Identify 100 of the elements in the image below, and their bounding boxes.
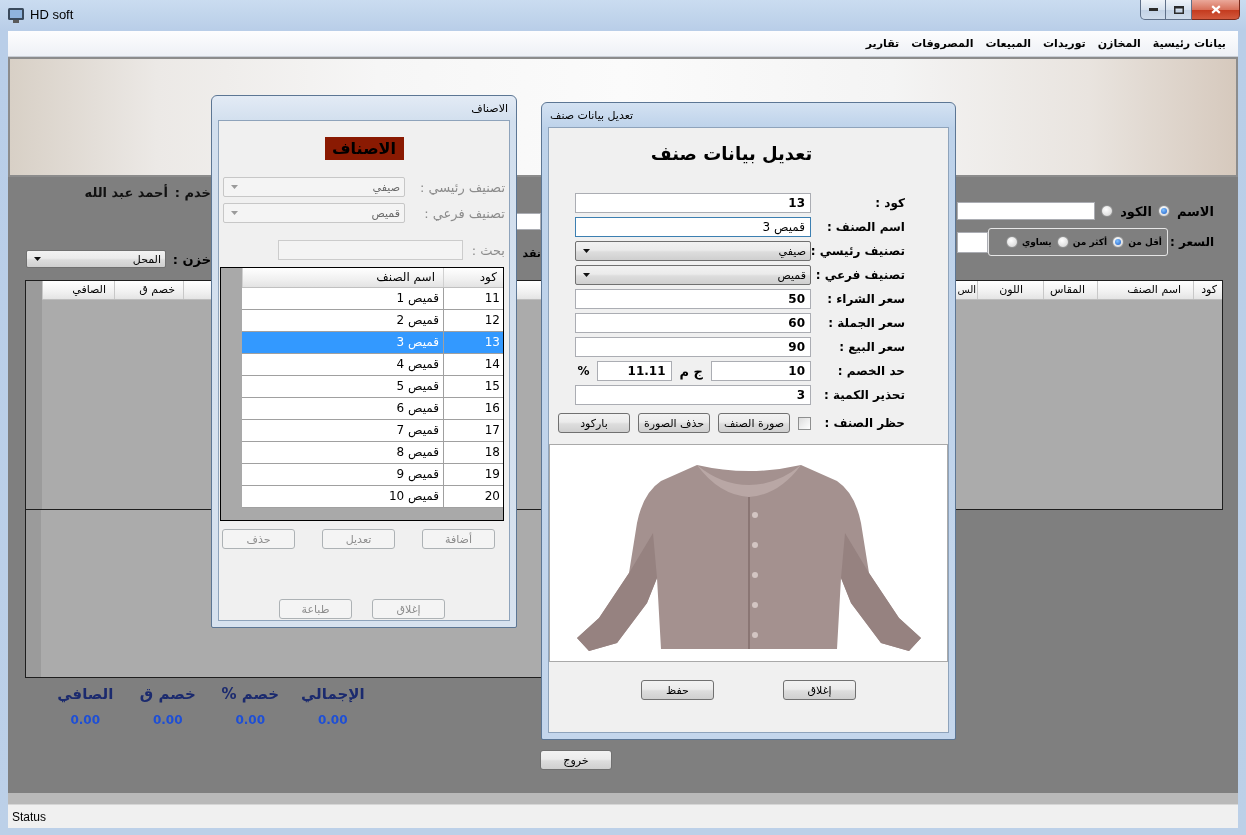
table-cell: 19 [443, 464, 503, 485]
column-header: الس [956, 283, 977, 297]
caret-icon [34, 257, 41, 261]
text-field[interactable] [516, 213, 541, 230]
column-header: كود [443, 268, 503, 287]
dialog-title: الاصناف [470, 101, 509, 115]
total-value: 0.00 [152, 713, 183, 727]
text-field[interactable]: قميص 3 [575, 217, 811, 237]
table-cell-text: قميص 4 [395, 356, 440, 374]
menu-item[interactable]: المبيعات [985, 36, 1032, 51]
text-field[interactable]: 3 [575, 385, 811, 405]
total-label: خصم ق [139, 685, 196, 703]
radio-option[interactable]: الاسم [1157, 203, 1214, 219]
dialog-heading: الاصناف [324, 137, 404, 160]
field-label: تصنيف فرعي : [815, 268, 905, 282]
checkbox[interactable] [798, 416, 811, 430]
table-cell-text: قميص 6 [395, 400, 440, 418]
table-cell-text: قميص 1 [395, 290, 440, 308]
close-button[interactable] [1192, 0, 1240, 20]
field-label: تصنيف رئيسي : [419, 179, 505, 195]
table-cell: 17 [443, 420, 503, 441]
field-label: كود : [875, 196, 905, 210]
text-field[interactable]: 60 [575, 313, 811, 333]
close-icon [1210, 5, 1221, 14]
minimize-icon [1148, 8, 1158, 11]
total-label: خصم % [221, 685, 280, 703]
user-name: أحمد عبد الله [84, 185, 168, 202]
column-header: اسم الصنف [242, 268, 443, 287]
status-text: Status [12, 809, 47, 824]
category-dropdown[interactable]: قميص [575, 265, 811, 285]
percent-label: % [577, 364, 590, 378]
column-header: اسم الصنف [1097, 281, 1193, 299]
column-header: اللون [977, 281, 1043, 299]
radio-option[interactable]: الكود [1101, 203, 1152, 219]
table-cell-text: قميص 8 [395, 444, 440, 462]
table-cell: 11 [443, 288, 503, 309]
caret-icon [583, 249, 590, 253]
percent-field[interactable]: 11.11 [596, 361, 672, 381]
caret-icon [583, 273, 590, 277]
close-button[interactable]: إغلاق [783, 680, 856, 700]
total-value: 0.00 [317, 713, 348, 727]
menu-item[interactable]: بيانات رئيسية [1152, 36, 1226, 51]
minimize-button[interactable] [1140, 0, 1166, 20]
store-dropdown[interactable]: المحل [26, 250, 166, 268]
user-label: خدم : [174, 185, 211, 202]
total-label: الإجمالي [300, 685, 365, 703]
search-field[interactable] [957, 202, 1096, 220]
payment-label: نقد [522, 247, 541, 260]
delete-image-button[interactable]: حذف الصورة [638, 413, 710, 433]
field-label: سعر البيع : [839, 340, 905, 354]
table-cell: 12 [443, 310, 503, 331]
app-icon [8, 7, 24, 23]
menu-item[interactable]: المصروفات [911, 36, 974, 51]
unit-label: ج م [679, 363, 703, 379]
category-dropdown[interactable]: صيفي [575, 241, 811, 261]
caret-icon [231, 211, 238, 215]
dialog-heading: تعديل بيانات صنف [650, 142, 813, 166]
field-label: تصنيف رئيسي : [810, 244, 905, 258]
field-label: سعر الشراء : [827, 292, 905, 306]
table-cell: 13 [443, 332, 503, 353]
maximize-button[interactable] [1166, 0, 1192, 20]
table-cell: 15 [443, 376, 503, 397]
price-label: السعر : [1169, 235, 1214, 249]
total-label: الصافي [57, 685, 114, 703]
text-field[interactable]: 10 [711, 361, 811, 381]
column-header: الصافي [42, 281, 114, 299]
menu-item[interactable]: تقارير [865, 36, 900, 51]
exit-button[interactable]: خروج [540, 750, 612, 770]
table-cell: 14 [443, 354, 503, 375]
radio-option[interactable]: أكثر من [1056, 236, 1108, 248]
table-cell-text: قميص 5 [395, 378, 440, 396]
column-header: خصم ق [114, 281, 183, 299]
field-label: سعر الجملة : [828, 316, 905, 330]
save-button[interactable]: حفظ [641, 680, 714, 700]
text-field[interactable]: 13 [575, 193, 811, 213]
column-header: كود [1193, 281, 1222, 299]
total-value: 0.00 [235, 713, 266, 727]
table-cell-text: قميص 2 [395, 312, 440, 330]
caret-icon [231, 185, 238, 189]
total-value: 0.00 [70, 713, 101, 727]
text-field[interactable]: 90 [575, 337, 811, 357]
field-label: حظر الصنف : [824, 416, 905, 430]
field-label: بحث : [471, 242, 505, 258]
table-cell: 20 [443, 486, 503, 507]
table-cell-text: قميص 7 [395, 422, 440, 440]
image-button[interactable]: صورة الصنف [718, 413, 790, 433]
radio-option[interactable]: يساوي [1005, 236, 1052, 248]
barcode-button[interactable]: باركود [558, 413, 630, 433]
radio-option[interactable]: أقل من [1112, 236, 1162, 248]
table-cell: 16 [443, 398, 503, 419]
menu-item[interactable]: توريدات [1043, 36, 1086, 51]
field-label: حد الخصم : [837, 364, 905, 378]
price-field[interactable] [957, 231, 988, 253]
column-header: المقاس [1043, 281, 1097, 299]
window-title: HD soft [30, 7, 74, 23]
table-cell-text: قميص 10 [387, 488, 440, 506]
menu-item[interactable]: المخازن [1097, 36, 1141, 51]
table-cell: 18 [443, 442, 503, 463]
table-cell-text: قميص 3 [395, 334, 440, 352]
text-field[interactable]: 50 [575, 289, 811, 309]
